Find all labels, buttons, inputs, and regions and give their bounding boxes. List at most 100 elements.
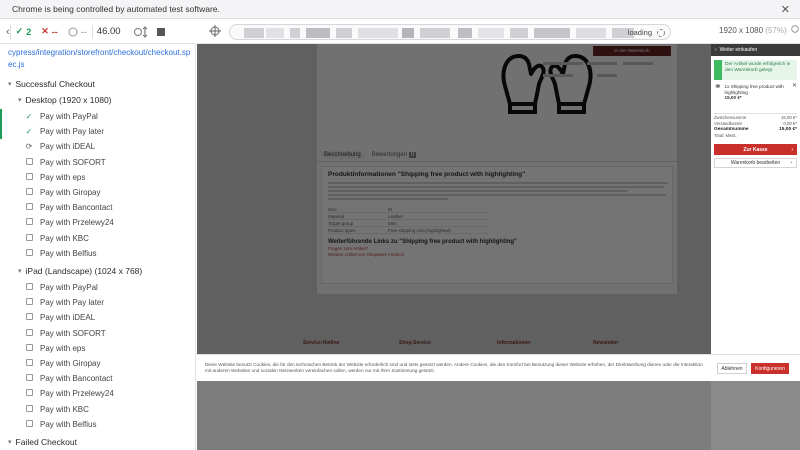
test-label: Pay with Bancontact bbox=[40, 374, 113, 384]
test-item[interactable]: Pay with Giropay bbox=[0, 185, 195, 200]
test-label: Pay with Giropay bbox=[40, 359, 101, 368]
link-questions[interactable]: Fragen zum Artikel? bbox=[328, 246, 666, 251]
decline-cookies-button[interactable]: Ablehnen bbox=[717, 363, 747, 374]
test-item[interactable]: Pay with PayPal bbox=[0, 280, 195, 295]
add-to-cart-button[interactable]: In den Warenkorb bbox=[593, 46, 671, 56]
continue-shopping-button[interactable]: ‹ Weiter einkaufen bbox=[711, 44, 800, 56]
test-item[interactable]: Pay with Przelewy24 bbox=[0, 386, 195, 401]
suite-successful-checkout[interactable]: ▾ Successful Checkout bbox=[8, 79, 95, 89]
subtotal-row: Zwischensumme 15,00 €* bbox=[714, 115, 797, 120]
test-item[interactable]: Pay with SOFORT bbox=[0, 155, 195, 170]
test-item[interactable]: ⟳ Pay with iDEAL bbox=[0, 139, 195, 154]
passed-indicator bbox=[0, 109, 2, 124]
suite-label: Desktop (1920 x 1080) bbox=[25, 95, 112, 105]
suite-ipad[interactable]: ▾ iPad (Landscape) (1024 x 768) bbox=[18, 266, 142, 276]
close-icon[interactable]: ✕ bbox=[781, 3, 790, 16]
auto-scroll-icon[interactable] bbox=[133, 25, 149, 39]
pending-square-icon bbox=[22, 313, 36, 322]
test-item[interactable]: Pay with Przelewy24 bbox=[0, 215, 195, 230]
success-alert: Der Artikel wurde erfolgreich in den War… bbox=[714, 60, 797, 80]
blurred-url-segment bbox=[306, 28, 330, 38]
tab-reviews[interactable]: Bewertungen 0 bbox=[372, 151, 417, 158]
test-item[interactable]: Pay with Belfius bbox=[0, 417, 195, 432]
reporter-panel: cypress/integration/storefront/checkout/… bbox=[0, 44, 196, 450]
description-title: Produktinformationen "Shipping free prod… bbox=[328, 171, 526, 178]
pending-square-icon bbox=[22, 218, 36, 227]
offcanvas-cart: ‹ Weiter einkaufen Der Artikel wurde erf… bbox=[711, 44, 800, 354]
footer-headings: Service-Hotline Shop-Service Information… bbox=[197, 340, 711, 352]
suite-failed-checkout[interactable]: ▾ Failed Checkout bbox=[8, 437, 77, 447]
selector-playground-icon[interactable] bbox=[209, 25, 221, 37]
test-item[interactable]: Pay with KBC bbox=[0, 231, 195, 246]
cart-line-item: ⚭ 1x Shipping free product with highligh… bbox=[714, 82, 797, 110]
configure-cookies-button[interactable]: Konfigurieren bbox=[751, 363, 789, 374]
test-item[interactable]: Pay with SOFORT bbox=[0, 326, 195, 341]
pending-square-icon bbox=[22, 203, 36, 212]
product-tabs: Beschreibung Bewertungen 0 bbox=[317, 148, 677, 162]
check-icon: ✓ bbox=[25, 112, 33, 121]
pending-number: -- bbox=[80, 26, 87, 37]
stop-button[interactable] bbox=[156, 27, 165, 36]
test-item[interactable]: Pay with eps bbox=[0, 170, 195, 185]
pending-square-icon bbox=[22, 248, 36, 258]
test-label: Pay with KBC bbox=[40, 404, 89, 414]
suite-label: Successful Checkout bbox=[15, 79, 95, 89]
pending-square-icon bbox=[22, 233, 36, 243]
test-label: Pay with PayPal bbox=[40, 112, 98, 121]
table-row: Material Leather bbox=[328, 213, 488, 220]
reporter-header: ‹ ✓ 2 ✕ -- -- 46.00 bbox=[0, 20, 196, 44]
tax-note: Total: Mwst. bbox=[714, 133, 737, 138]
blurred-url-segment bbox=[266, 28, 284, 38]
test-item[interactable]: ✓ Pay with PayPal bbox=[0, 109, 195, 124]
tab-description[interactable]: Beschreibung bbox=[321, 150, 364, 159]
passed-indicator bbox=[0, 124, 2, 140]
url-bar[interactable]: loading bbox=[229, 24, 671, 40]
table-row: Size M bbox=[328, 206, 488, 213]
divider bbox=[91, 24, 93, 39]
test-item[interactable]: Pay with Giropay bbox=[0, 356, 195, 371]
info-icon bbox=[791, 25, 799, 33]
blurred-url-segment bbox=[402, 28, 414, 38]
caret-down-icon: ▾ bbox=[18, 268, 22, 275]
test-label: Pay with Pay later bbox=[40, 298, 105, 308]
edit-cart-button[interactable]: Warenkorb bearbeiten › bbox=[714, 158, 797, 168]
viewport-size: 1920 x 1080 bbox=[719, 26, 764, 35]
test-item[interactable]: Pay with iDEAL bbox=[0, 310, 195, 325]
test-label: Pay with eps bbox=[40, 172, 86, 182]
description-panel: Produktinformationen "Shipping free prod… bbox=[321, 166, 673, 284]
viewport-info[interactable]: 1920 x 1080 (57%) bbox=[719, 25, 799, 35]
cookie-text: Diese Website benutzt Cookies, die für d… bbox=[205, 362, 703, 373]
passed-number: 2 bbox=[26, 26, 32, 37]
test-label: Pay with SOFORT bbox=[40, 328, 106, 338]
blurred-url-segment bbox=[576, 28, 606, 38]
link-more-products[interactable]: Weitere Artikel von Shopware Fashion bbox=[328, 252, 666, 257]
x-icon: ✕ bbox=[41, 26, 49, 36]
test-item[interactable]: ✓ Pay with Pay later bbox=[0, 124, 195, 140]
test-item[interactable]: Pay with KBC bbox=[0, 402, 195, 417]
caret-down-icon: ▾ bbox=[8, 439, 12, 446]
pending-circle-icon bbox=[68, 27, 78, 36]
blurred-url-segment bbox=[510, 28, 528, 38]
test-item[interactable]: Pay with Bancontact bbox=[0, 200, 195, 215]
button-label: In den Warenkorb bbox=[614, 48, 650, 53]
chevron-right-icon: › bbox=[790, 160, 792, 166]
test-label: Pay with eps bbox=[40, 343, 86, 353]
properties-table: Size M Material Leather Target group Men Pr… bbox=[328, 206, 488, 234]
test-label: Pay with Belfius bbox=[40, 248, 97, 258]
check-icon: ✓ bbox=[25, 127, 33, 137]
test-item[interactable]: Pay with eps bbox=[0, 341, 195, 356]
spec-file-link[interactable]: cypress/integration/storefront/checkout/… bbox=[8, 47, 192, 71]
test-item[interactable]: Pay with Bancontact bbox=[0, 371, 195, 386]
test-label: Pay with Bancontact bbox=[40, 203, 113, 213]
suite-desktop[interactable]: ▾ Desktop (1920 x 1080) bbox=[18, 95, 112, 105]
pending-count: -- bbox=[63, 27, 92, 37]
test-item[interactable]: Pay with Pay later bbox=[0, 295, 195, 310]
item-name[interactable]: Shipping free product with highlighting bbox=[725, 84, 784, 95]
remove-item-icon[interactable]: ✕ bbox=[792, 83, 797, 110]
test-item[interactable]: Pay with Belfius bbox=[0, 246, 195, 261]
back-icon[interactable]: ‹ bbox=[0, 26, 10, 38]
pending-square-icon bbox=[22, 359, 36, 368]
checkout-button[interactable]: Zur Kasse › bbox=[714, 144, 797, 155]
pending-square-icon bbox=[22, 283, 36, 292]
test-label: Pay with KBC bbox=[40, 233, 89, 243]
